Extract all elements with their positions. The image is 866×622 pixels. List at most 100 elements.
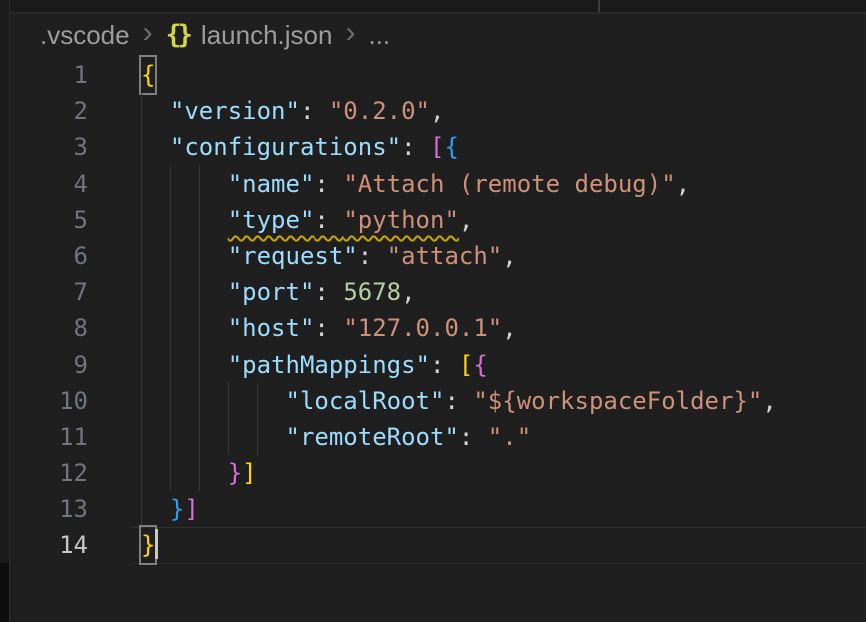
token: : [401, 133, 430, 161]
token: , [502, 242, 516, 270]
token: : [314, 314, 343, 342]
line-content[interactable]: } [141, 527, 866, 563]
indent-guide [170, 166, 171, 202]
line-number[interactable]: 1 [10, 57, 88, 93]
line-content[interactable]: }] [141, 455, 866, 491]
line-content[interactable]: "configurations": [{ [141, 129, 866, 165]
token: , [762, 387, 776, 415]
token: { [444, 133, 458, 161]
indent-guide [141, 310, 142, 346]
indent-guide [199, 166, 200, 202]
left-edge-panel [0, 0, 10, 622]
chevron-right-icon: › [143, 18, 153, 48]
editor-code-area: 1{2 "version": "0.2.0",3 "configurations… [10, 57, 866, 564]
line-content[interactable]: }] [141, 491, 866, 527]
line-number[interactable]: 2 [10, 93, 88, 129]
line-content[interactable]: "localRoot": "${workspaceFolder}", [141, 383, 866, 419]
line-content[interactable]: "type": "python", [141, 202, 866, 238]
code-line[interactable]: 7 "port": 5678, [10, 274, 866, 310]
breadcrumb-folder[interactable]: .vscode [40, 20, 130, 51]
line-content[interactable]: "name": "Attach (remote debug)", [141, 166, 866, 202]
indent-guide [141, 347, 142, 383]
code-line[interactable]: 10 "localRoot": "${workspaceFolder}", [10, 383, 866, 419]
line-number[interactable]: 14 [10, 527, 88, 563]
line-content[interactable]: "request": "attach", [141, 238, 866, 274]
code-line[interactable]: 4 "name": "Attach (remote debug)", [10, 166, 866, 202]
indent-guide [141, 419, 142, 455]
indent-guide [170, 419, 171, 455]
indent-guide [199, 419, 200, 455]
token: "localRoot" [286, 387, 445, 415]
code-line[interactable]: 5 "type": "python", [10, 202, 866, 238]
code-line[interactable]: 14} [10, 527, 866, 563]
line-content[interactable]: "remoteRoot": "." [141, 419, 866, 455]
token: , [676, 170, 690, 198]
token: , [430, 97, 444, 125]
code-line[interactable]: 11 "remoteRoot": "." [10, 419, 866, 455]
token: , [459, 206, 473, 234]
token: } [170, 495, 184, 523]
code-line[interactable]: 2 "version": "0.2.0", [10, 93, 866, 129]
token: [ [430, 133, 444, 161]
token: : [459, 423, 488, 451]
code-line[interactable]: 13 }] [10, 491, 866, 527]
token: : [358, 242, 387, 270]
indent-guide [228, 383, 229, 419]
text-cursor [155, 529, 158, 559]
token: : [314, 206, 343, 234]
line-number[interactable]: 3 [10, 129, 88, 165]
token: 5678 [343, 278, 401, 306]
indent-guide [141, 383, 142, 419]
line-number[interactable]: 10 [10, 383, 88, 419]
token: "." [488, 423, 531, 451]
bracket-match: } [141, 527, 155, 563]
indent-guide [170, 383, 171, 419]
indent-guide [141, 166, 142, 202]
line-number[interactable]: 4 [10, 166, 88, 202]
token: "attach" [387, 242, 503, 270]
line-number[interactable]: 12 [10, 455, 88, 491]
indent-guide [170, 202, 171, 238]
indent-guide [141, 455, 142, 491]
token: , [401, 278, 415, 306]
indent-guide [257, 419, 258, 455]
indent-guide [199, 310, 200, 346]
line-content[interactable]: "port": 5678, [141, 274, 866, 310]
token: "python" [343, 206, 459, 234]
line-number[interactable]: 13 [10, 491, 88, 527]
code-line[interactable]: 1{ [10, 57, 866, 93]
token: "version" [170, 97, 300, 125]
json-file-icon: {} [166, 20, 189, 50]
code-line[interactable]: 3 "configurations": [{ [10, 129, 866, 165]
chevron-right-icon: › [345, 18, 355, 48]
line-number[interactable]: 7 [10, 274, 88, 310]
breadcrumbs: .vscode › {} launch.json › ... [10, 16, 866, 54]
breadcrumb-symbol-more[interactable]: ... [368, 20, 390, 51]
line-content[interactable]: "host": "127.0.0.1", [141, 310, 866, 346]
token: "configurations" [170, 133, 401, 161]
code-line[interactable]: 9 "pathMappings": [{ [10, 347, 866, 383]
token: ] [242, 459, 256, 487]
code-line[interactable]: 6 "request": "attach", [10, 238, 866, 274]
code-line[interactable]: 8 "host": "127.0.0.1", [10, 310, 866, 346]
line-number[interactable]: 6 [10, 238, 88, 274]
token: : [300, 97, 329, 125]
line-content[interactable]: "version": "0.2.0", [141, 93, 866, 129]
tab-divider [598, 0, 600, 12]
left-edge-panel-bottom [0, 563, 9, 622]
breadcrumb-file[interactable]: launch.json [201, 20, 333, 51]
code-line[interactable]: 12 }] [10, 455, 866, 491]
token: , [502, 314, 516, 342]
line-number[interactable]: 9 [10, 347, 88, 383]
indent-guide [199, 347, 200, 383]
indent-guide [199, 238, 200, 274]
token: : [444, 387, 473, 415]
line-content[interactable]: { [141, 57, 866, 93]
line-number[interactable]: 5 [10, 202, 88, 238]
line-number[interactable]: 8 [10, 310, 88, 346]
indent-guide [141, 93, 142, 129]
line-content[interactable]: "pathMappings": [{ [141, 347, 866, 383]
line-number[interactable]: 11 [10, 419, 88, 455]
token: "remoteRoot" [286, 423, 459, 451]
indent-guide [141, 491, 142, 527]
